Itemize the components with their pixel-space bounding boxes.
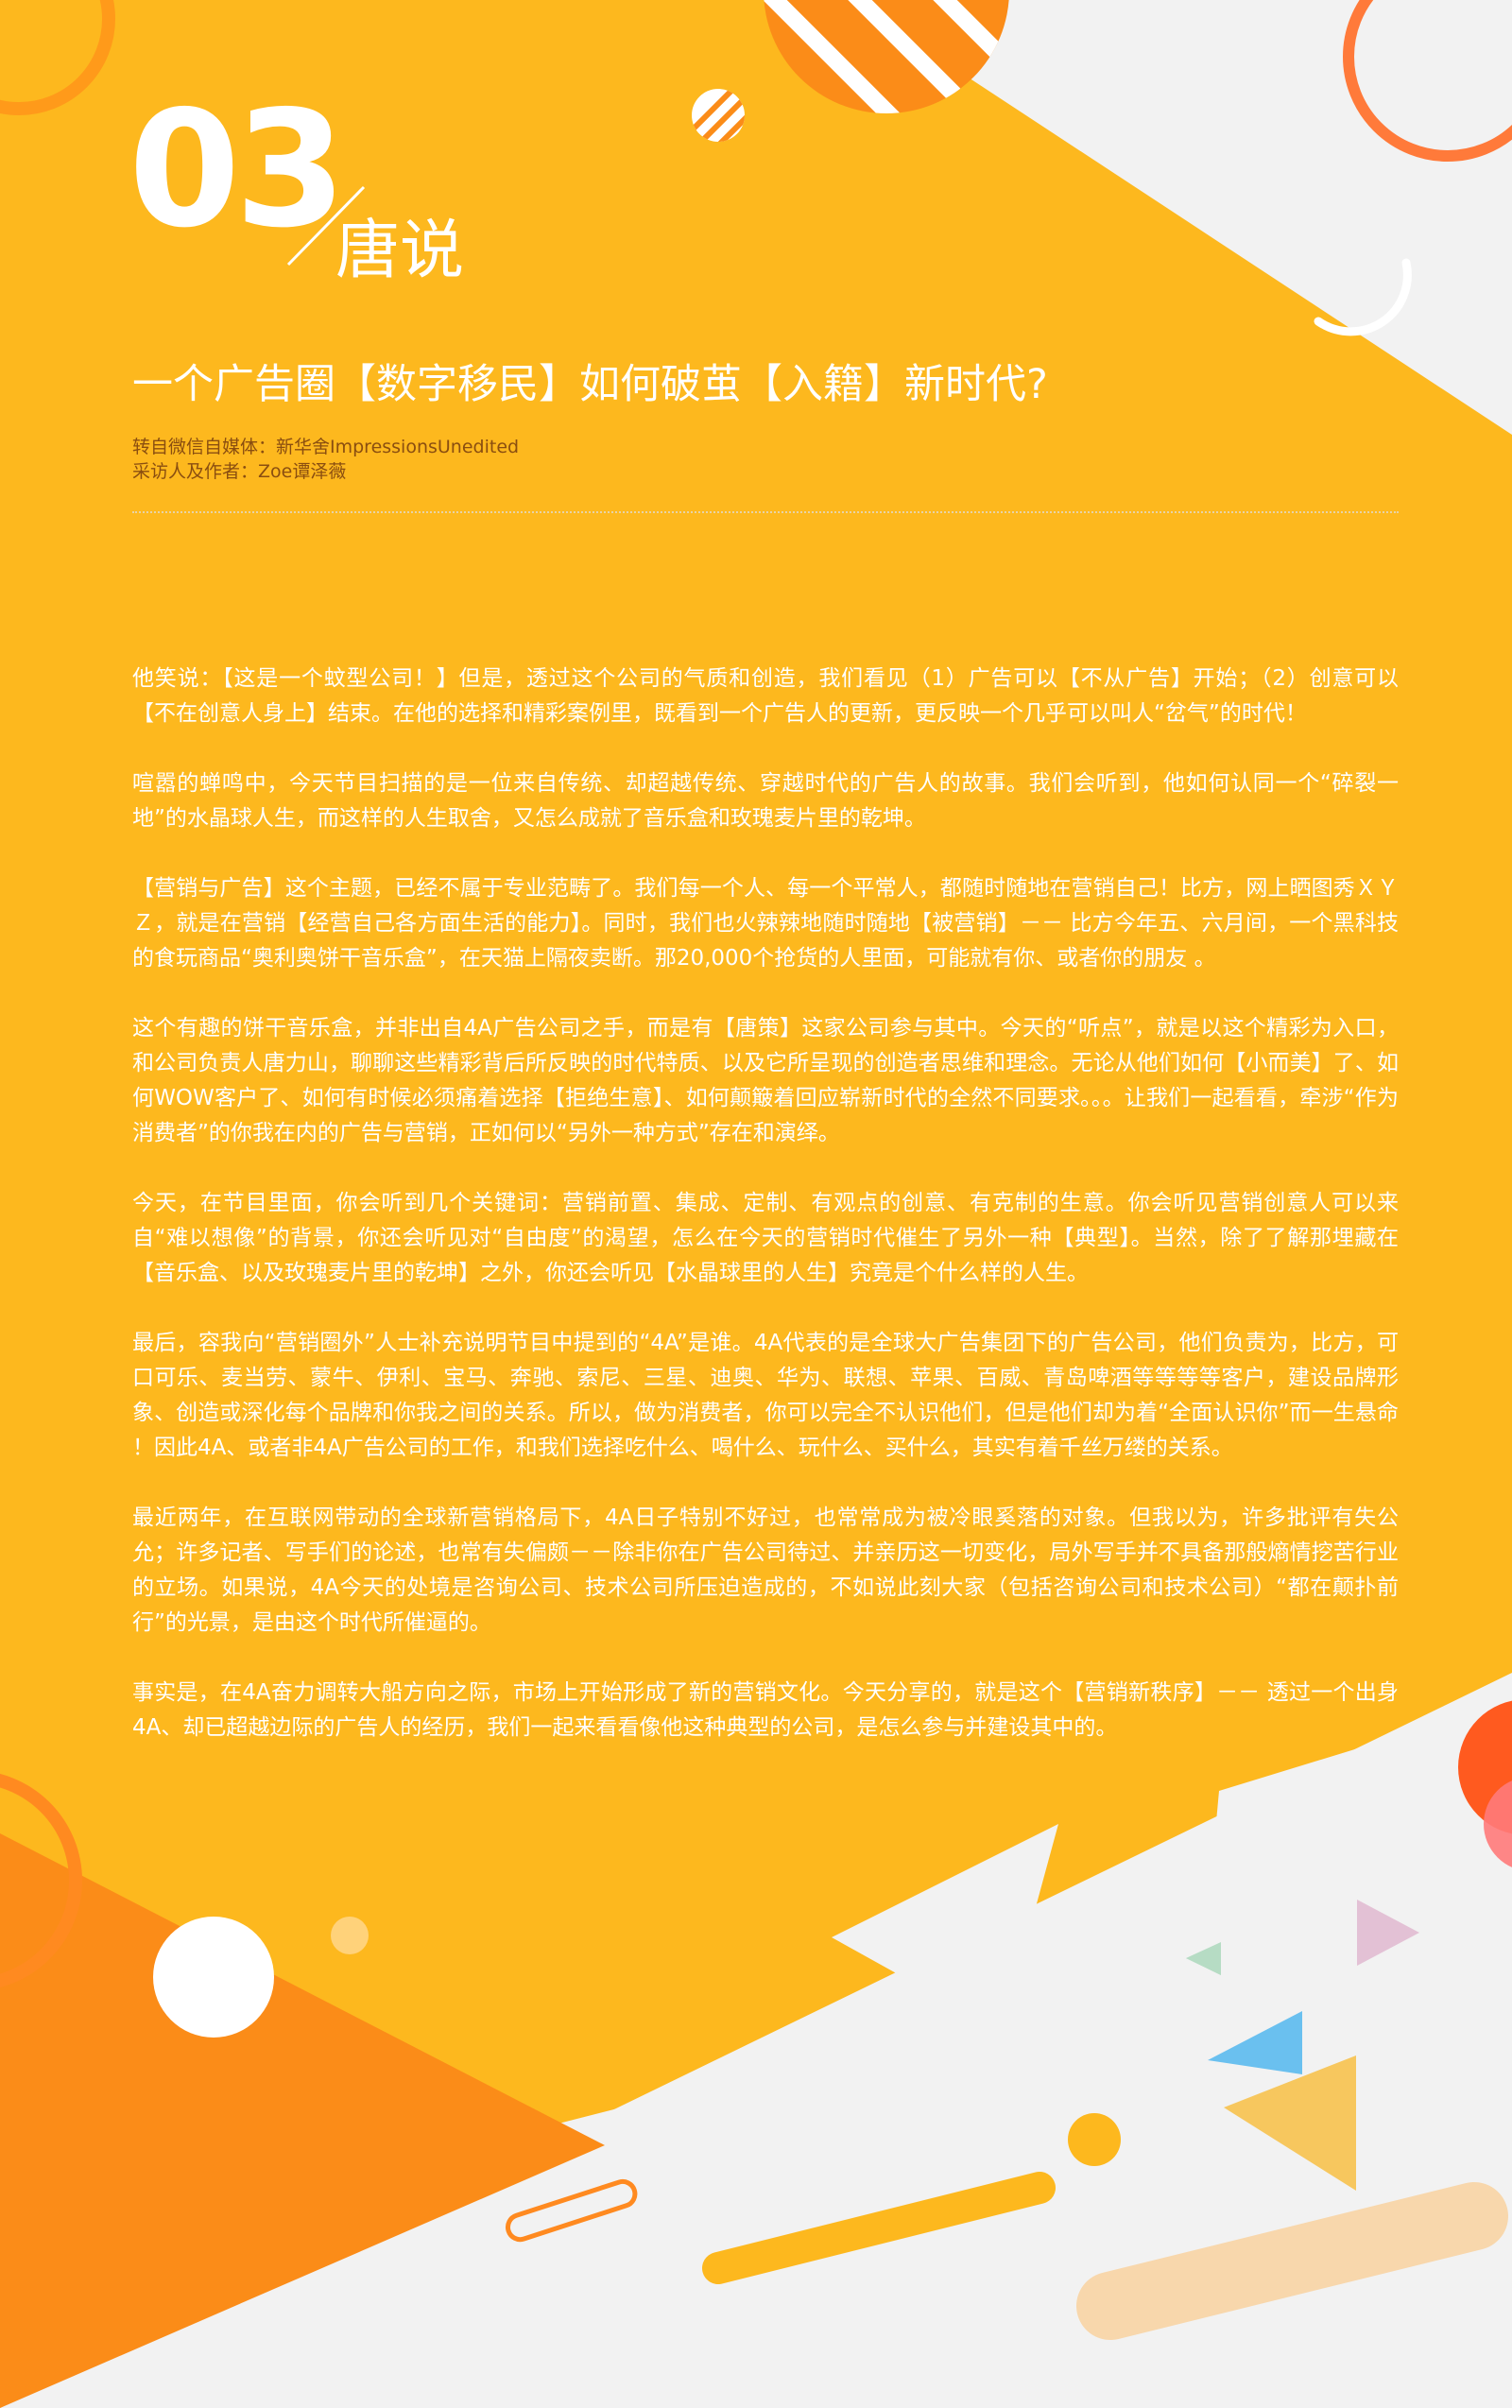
section-name: 唐说: [335, 214, 465, 288]
article-meta: 转自微信自媒体：新华舍ImpressionsUnedited 采访人及作者：Zo…: [132, 435, 519, 484]
paragraph: 最近两年，在互联网带动的全球新营销格局下，4A日子特别不好过，也常常成为被冷眼奚…: [132, 1505, 1399, 1635]
source-line: 转自微信自媒体：新华舍ImpressionsUnedited: [132, 437, 520, 457]
paragraph: 最后，容我向“营销圈外”人士补充说明节目中提到的“4A”是谁。4A代表的是全球大…: [132, 1331, 1399, 1460]
author-line: 采访人及作者：Zoe谭泽薇: [132, 461, 347, 482]
paragraph: 喧嚣的蝉鸣中，今天节目扫描的是一位来自传统、却超越传统、穿越时代的广告人的故事。…: [132, 771, 1399, 831]
paragraph: 【营销与广告】这个主题，已经不属于专业范畴了。我们每一个人、每一个平常人，都随时…: [132, 876, 1399, 971]
article-body: 他笑说：【这是一个蚊型公司！】但是，透过这个公司的气质和创造，我们看见（1）广告…: [132, 662, 1399, 1780]
paragraph: 他笑说：【这是一个蚊型公司！】但是，透过这个公司的气质和创造，我们看见（1）广告…: [132, 666, 1399, 726]
section-number: 03: [129, 77, 347, 264]
dotted-divider: [132, 511, 1399, 513]
article-headline: 一个广告圈【数字移民】如何破茧【入籍】新时代?: [132, 361, 1048, 408]
paragraph: 这个有趣的饼干音乐盒，并非出自4A广告公司之手，而是有【唐策】这家公司参与其中。…: [132, 1016, 1399, 1145]
paragraph: 事实是，在4A奋力调转大船方向之际，市场上开始形成了新的营销文化。今天分享的，就…: [132, 1680, 1399, 1740]
article-page: 03 唐说 一个广告圈【数字移民】如何破茧【入籍】新时代? 转自微信自媒体：新华…: [0, 0, 1512, 2408]
paragraph: 今天，在节目里面，你会听到几个关键词：营销前置、集成、定制、有观点的创意、有克制…: [132, 1191, 1399, 1285]
